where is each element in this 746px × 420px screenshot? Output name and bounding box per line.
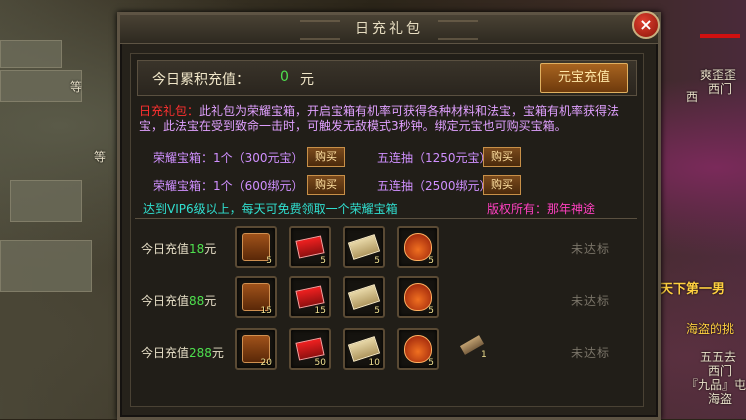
dialog-titlebar[interactable]: 日充礼包: [120, 15, 658, 44]
summary-unit: 元: [300, 72, 314, 88]
tier-amount: 288: [189, 346, 212, 360]
divider: [135, 218, 637, 219]
description-text: 此礼包为荣耀宝箱，开启宝箱有机率可获得各种材料和法宝，宝箱有机率获得法宝，此法宝…: [139, 104, 620, 133]
reward-slot[interactable]: 5: [397, 328, 439, 370]
tier-label: 今日充值88元: [141, 292, 216, 309]
buy-button[interactable]: 购买: [483, 147, 521, 167]
tier-label-prefix: 今日充值: [141, 294, 190, 308]
tier-unit: 元: [204, 242, 217, 256]
reward-count: 5: [428, 306, 434, 316]
daily-recharge-dialog: 日充礼包 今日累积充值： 0 元 元宝充值 日充礼包：此礼包为荣耀宝箱，开启宝箱…: [117, 12, 661, 420]
tier-label-prefix: 今日充值: [141, 346, 190, 360]
tier-status[interactable]: 未达标: [571, 292, 610, 309]
tier-amount: 88: [189, 294, 205, 308]
tier-unit: 元: [204, 294, 217, 308]
recharge-button[interactable]: 元宝充值: [540, 63, 628, 93]
npc-title: 天下第一男: [660, 282, 726, 297]
title-ornament: [300, 20, 340, 40]
reward-count: 10: [368, 358, 380, 368]
npc-name: 等: [70, 80, 83, 94]
npc-name: 海盗: [708, 392, 733, 406]
title-ornament: [438, 20, 478, 40]
buy-button[interactable]: 购买: [307, 147, 345, 167]
npc-name: 等: [94, 150, 107, 164]
description-prefix: 日充礼包：: [139, 104, 200, 118]
purchase-label: 五连抽（1250元宝）: [377, 151, 492, 165]
reward-slot[interactable]: 50: [289, 328, 331, 370]
reward-count: 5: [320, 256, 326, 266]
purchase-label: 荣耀宝箱：1个（300元宝）: [153, 151, 304, 165]
summary-value: 0: [280, 69, 289, 85]
market-stall: [10, 180, 82, 222]
reward-slot[interactable]: 5: [343, 226, 385, 268]
summary-label: 今日累积充值：: [152, 72, 250, 88]
tier-status[interactable]: 未达标: [571, 240, 610, 257]
npc-guild: 海盗的挑: [686, 322, 735, 336]
recharge-summary: 今日累积充值： 0 元 元宝充值: [137, 60, 637, 96]
reward-count: 5: [374, 306, 380, 316]
npc-name: 西门: [708, 82, 733, 96]
reward-slot[interactable]: 15: [235, 276, 277, 318]
buy-button[interactable]: 购买: [483, 175, 521, 195]
purchase-label: 五连抽（2500绑元）: [377, 179, 492, 193]
bonus-item-count: 1: [481, 350, 487, 360]
reward-count: 5: [428, 358, 434, 368]
reward-count: 5: [374, 256, 380, 266]
health-bar: [700, 34, 740, 38]
reward-slot[interactable]: 5: [235, 226, 277, 268]
copyright-note: 版权所有：那年神途: [487, 202, 596, 216]
tier-label: 今日充值18元: [141, 240, 216, 257]
tier-label-prefix: 今日充值: [141, 242, 190, 256]
content-panel: 今日累积充值： 0 元 元宝充值 日充礼包：此礼包为荣耀宝箱，开启宝箱有机率可获…: [130, 53, 644, 407]
reward-count: 50: [314, 358, 326, 368]
reward-count: 15: [260, 306, 272, 316]
reward-slot[interactable]: 5: [289, 226, 331, 268]
reward-slot[interactable]: 15: [289, 276, 331, 318]
tier-status[interactable]: 未达标: [571, 344, 610, 361]
market-stall: [0, 40, 62, 68]
reward-slot[interactable]: 10: [343, 328, 385, 370]
vip-note: 达到VIP6级以上，每天可免费领取一个荣耀宝箱: [143, 202, 398, 216]
reward-slot[interactable]: 5: [343, 276, 385, 318]
reward-count: 15: [314, 306, 326, 316]
npc-name: 西: [686, 90, 699, 104]
reward-count: 5: [428, 256, 434, 266]
reward-slot[interactable]: 5: [397, 226, 439, 268]
tier-label: 今日充值288元: [141, 344, 224, 361]
reward-slot[interactable]: 5: [397, 276, 439, 318]
buy-button[interactable]: 购买: [307, 175, 345, 195]
close-button[interactable]: ×: [632, 11, 660, 39]
package-description: 日充礼包：此礼包为荣耀宝箱，开启宝箱有机率可获得各种材料和法宝，宝箱有机率获得法…: [139, 104, 635, 134]
reward-slot[interactable]: 20: [235, 328, 277, 370]
purchase-label: 荣耀宝箱：1个（600绑元）: [153, 179, 304, 193]
dialog-title: 日充礼包: [355, 21, 423, 37]
market-stall: [0, 240, 92, 292]
tier-amount: 18: [189, 242, 205, 256]
reward-count: 5: [266, 256, 272, 266]
reward-count: 20: [260, 358, 272, 368]
tier-unit: 元: [211, 346, 224, 360]
